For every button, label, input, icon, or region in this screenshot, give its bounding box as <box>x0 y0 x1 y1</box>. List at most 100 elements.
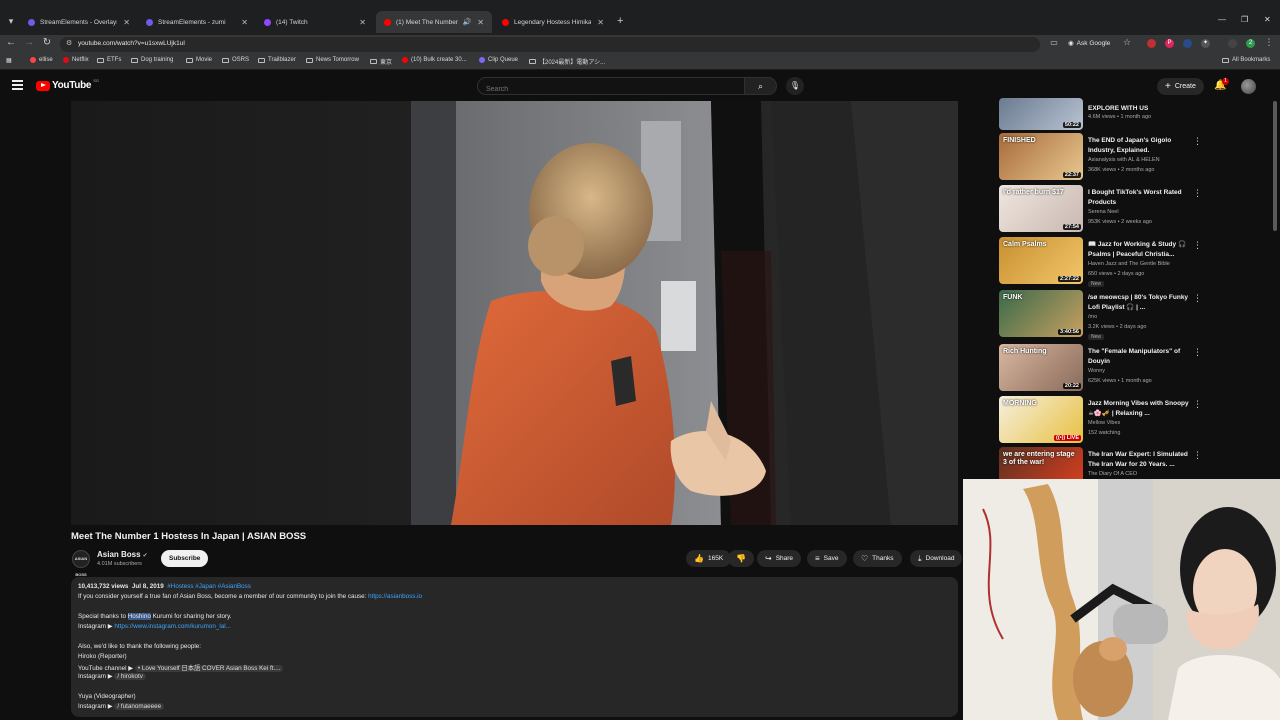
channel-name[interactable]: Asian Boss ✔ <box>97 550 148 559</box>
bookmark-star-icon[interactable]: ☆ <box>1120 37 1134 48</box>
recommended-video[interactable]: FUNK 3:40:56/sø meowcsp | 80's Tokyo Funk… <box>999 290 1274 340</box>
audio-playing-icon[interactable]: 🔊 <box>463 18 472 26</box>
close-window-icon[interactable]: ✕ <box>1264 15 1271 24</box>
restore-icon[interactable]: ❐ <box>1241 15 1248 24</box>
recommended-title[interactable]: 📖 Jazz for Working & Study 🎧 Psalms | Pe… <box>1088 240 1193 260</box>
search-input[interactable] <box>478 82 744 97</box>
bookmark-osrs[interactable]: OSRS <box>222 57 249 63</box>
menu-icon[interactable] <box>12 80 23 90</box>
bookmark-news-tomorrow[interactable]: News Tomorrow <box>306 57 359 63</box>
recommended-title[interactable]: /sø meowcsp | 80's Tokyo Funky Lofi Play… <box>1088 293 1193 313</box>
extension-red-icon[interactable] <box>1147 39 1156 48</box>
bookmark-trailblazer[interactable]: Trailblazer <box>258 57 296 63</box>
apps-grid-icon[interactable]: ▦ <box>6 57 12 64</box>
description-hashtags[interactable]: #Hostess #Japan #AsianBoss <box>167 583 251 590</box>
recommended-channel[interactable]: Wonny <box>1088 368 1105 374</box>
like-button[interactable]: 👍 165K <box>686 550 732 567</box>
more-options-icon[interactable]: ⋮ <box>1193 399 1202 410</box>
forward-icon[interactable]: → <box>22 37 36 48</box>
recommended-title[interactable]: Jazz Morning Vibes with Snoopy ☕🌸🎺 | Rel… <box>1088 399 1193 419</box>
youtube-video-chip[interactable]: • Love Yourself 日本語 COVER Asian Boss Kei… <box>134 665 284 672</box>
recommended-channel[interactable]: The Diary Of A CEO <box>1088 471 1137 477</box>
description-box[interactable]: 10,413,732 views Jul 8, 2019 #Hostess #J… <box>71 577 958 717</box>
bookmark-movie[interactable]: Movie <box>186 57 212 63</box>
recommended-video[interactable]: I'd rather burn $17 27:54 I Bought TikTok'… <box>999 185 1274 235</box>
save-button[interactable]: ≡ Save <box>807 550 847 567</box>
back-icon[interactable]: ← <box>4 37 18 48</box>
tab-twitch[interactable]: (14) Twitch ✕ <box>256 13 374 32</box>
more-options-icon[interactable]: ⋮ <box>1193 347 1202 358</box>
account-avatar[interactable] <box>1241 79 1256 94</box>
dislike-button[interactable]: 👎 <box>728 550 754 567</box>
extensions-puzzle-icon[interactable]: ✦ <box>1201 39 1210 48</box>
video-thumbnail[interactable]: 50:22 <box>999 98 1083 130</box>
extension-pinterest-icon[interactable]: P <box>1165 39 1174 48</box>
more-options-icon[interactable]: ⋮ <box>1193 293 1202 304</box>
thanks-button[interactable]: ♡ Thanks <box>853 550 902 567</box>
new-tab-button[interactable]: + <box>617 15 623 27</box>
bookmark-e-bike[interactable]: 【2024最新】電動アシ... <box>529 57 605 66</box>
browser-menu-icon[interactable]: ⋮ <box>1262 37 1276 48</box>
video-player[interactable] <box>71 101 958 525</box>
instagram-chip[interactable]: / futanomaeeee <box>114 703 165 710</box>
recommended-video[interactable]: MORNING ((•)) LIVE Jazz Morning Vibes with… <box>999 396 1274 446</box>
recommended-channel[interactable]: Serena Neel <box>1088 209 1119 215</box>
video-thumbnail[interactable]: FUNK 3:40:56 <box>999 290 1083 337</box>
bookmark-bulk-create[interactable]: (10) Bulk create 30... <box>402 57 467 63</box>
asianboss-link[interactable]: https://asianboss.io <box>368 593 422 600</box>
more-options-icon[interactable]: ⋮ <box>1193 188 1202 199</box>
share-button[interactable]: ↪ Share <box>757 550 802 567</box>
video-thumbnail[interactable]: Calm Psalms 2:27:22 <box>999 237 1083 284</box>
voice-search-button[interactable]: 🎙 <box>786 77 804 95</box>
close-tab-icon[interactable]: ✕ <box>597 18 604 27</box>
instagram-link[interactable]: https://www.instagram.com/kurumon_lal... <box>114 623 231 630</box>
recommended-channel[interactable]: Haven Jazz and The Gentle Bible <box>1088 261 1170 267</box>
minimize-icon[interactable]: — <box>1218 15 1226 24</box>
recommended-video[interactable]: Calm Psalms 2:27:22 📖 Jazz for Working & S… <box>999 237 1274 287</box>
recommended-channel[interactable]: Asianalysis with AL & HELEN <box>1088 157 1160 163</box>
more-options-icon[interactable]: ⋮ <box>1193 450 1202 461</box>
recommended-title[interactable]: I Bought TikTok's Worst Rated Products <box>1088 188 1193 208</box>
sidebar-scrollbar[interactable] <box>1273 101 1277 231</box>
video-thumbnail[interactable]: MORNING ((•)) LIVE <box>999 396 1083 443</box>
tab-youtube-himika[interactable]: Legendary Hostess Himika Ann ✕ <box>494 13 612 32</box>
bookmark-netflix[interactable]: Netflix <box>63 57 89 63</box>
bookmark-clip-queue[interactable]: Clip Queue <box>479 57 518 63</box>
video-thumbnail[interactable]: I'd rather burn $17 27:54 <box>999 185 1083 232</box>
url-text[interactable]: youtube.com/watch?v=u1sxwLUjk1ul <box>78 40 185 47</box>
reload-icon[interactable]: ↻ <box>40 37 54 48</box>
more-options-icon[interactable]: ⋮ <box>1193 240 1202 251</box>
cast-icon[interactable]: ▭ <box>1047 38 1061 47</box>
recommended-channel[interactable]: Mellow Vibes <box>1088 420 1120 426</box>
bookmark-ellise[interactable]: ellise <box>30 57 53 63</box>
bookmark-dog-training[interactable]: Dog training <box>131 57 173 63</box>
recommended-video[interactable]: FINISHED 22:37 The END of Japan's Gigolo I… <box>999 133 1274 183</box>
profile-avatar-icon[interactable]: 2 <box>1246 39 1255 48</box>
recommended-channel[interactable]: /mo <box>1088 314 1097 320</box>
instagram-chip[interactable]: / hirokotv <box>114 673 146 680</box>
bookmark-tokyo[interactable]: 東京 <box>370 57 392 66</box>
create-button[interactable]: + Create <box>1157 78 1204 95</box>
search-button[interactable]: ⌕ <box>745 77 777 95</box>
recommended-title[interactable]: The END of Japan's Gigolo Industry, Expl… <box>1088 136 1193 156</box>
youtube-logo[interactable]: YouTube SG <box>36 78 99 91</box>
tab-search-icon[interactable]: ▾ <box>4 14 18 28</box>
bookmark-etfs[interactable]: ETFs <box>97 57 121 63</box>
recommended-title[interactable]: The "Female Manipulators" of Douyin <box>1088 347 1193 367</box>
more-options-icon[interactable]: ⋮ <box>1193 136 1202 147</box>
close-tab-icon[interactable]: ✕ <box>123 18 130 27</box>
close-tab-icon[interactable]: ✕ <box>241 18 248 27</box>
search-box[interactable] <box>477 77 745 97</box>
tab-streamelements-zumi[interactable]: StreamElements - zumi ✕ <box>138 13 256 32</box>
recommended-title[interactable]: EXPLORE WITH US <box>1088 104 1193 114</box>
close-tab-icon[interactable]: ✕ <box>477 18 484 27</box>
recommended-video[interactable]: Rich Hunting 20:22 The "Female Manipulator… <box>999 344 1274 394</box>
subscribe-button[interactable]: Subscribe <box>161 550 209 567</box>
omnibox[interactable]: ⚙ youtube.com/watch?v=u1sxwLUjk1ul <box>60 37 1040 52</box>
extension-blue-icon[interactable] <box>1183 39 1192 48</box>
tab-streamelements-overlays[interactable]: StreamElements - Overlays ✕ <box>20 13 138 32</box>
video-thumbnail[interactable]: FINISHED 22:37 <box>999 133 1083 180</box>
download-button[interactable]: ⤓ Download <box>910 550 963 567</box>
tab-youtube-active[interactable]: (1) Meet The Number 1 Ho 🔊 ✕ <box>376 11 492 33</box>
ask-google-button[interactable]: ◉ Ask Google <box>1068 39 1110 48</box>
